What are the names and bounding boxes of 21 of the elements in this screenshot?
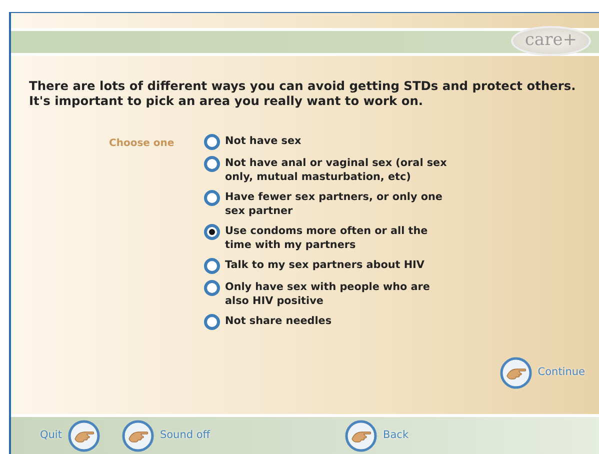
radio-button[interactable]: [204, 258, 220, 274]
option-label[interactable]: Only have sex with people who are also HIV positive: [225, 280, 454, 308]
intro-text: There are lots of different ways you can avoid getting STDs and protect others. It's important to pick an area you really want to work on.: [29, 79, 577, 109]
option-label[interactable]: Have fewer sex partners, or only one sex partner: [225, 190, 454, 218]
option-label[interactable]: Talk to my sex partners about HIV: [225, 258, 424, 272]
radio-button[interactable]: [204, 134, 220, 150]
radio-button[interactable]: [204, 156, 220, 172]
radio-button[interactable]: [204, 314, 220, 330]
prompt-label: Choose one: [109, 137, 176, 151]
radio-button[interactable]: [204, 190, 220, 206]
option-label[interactable]: Use condoms more often or all the time with my partners: [225, 224, 454, 252]
hand-icon: [345, 420, 378, 452]
option-label[interactable]: Not share needles: [225, 314, 332, 328]
radio-button[interactable]: [204, 224, 220, 240]
hand-icon: [500, 357, 532, 389]
option-label[interactable]: Not have anal or vaginal sex (oral sex only, mutual masturbation, etc): [225, 156, 454, 184]
hand-icon: [68, 420, 100, 452]
option-label[interactable]: Not have sex: [225, 134, 302, 148]
hand-icon: [122, 420, 154, 452]
radio-button[interactable]: [204, 280, 220, 296]
logo: care+: [510, 26, 591, 56]
